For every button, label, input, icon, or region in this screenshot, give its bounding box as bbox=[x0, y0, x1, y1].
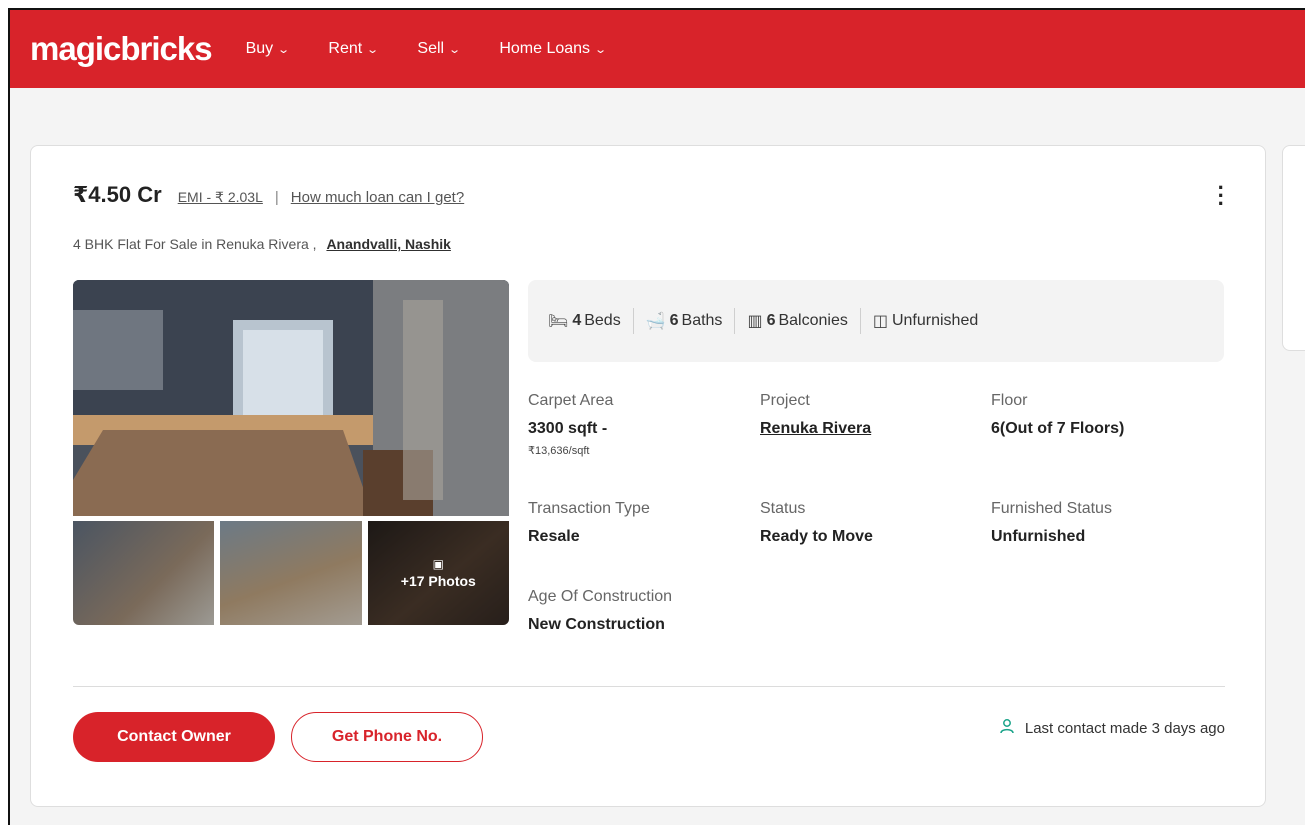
bed-icon: 🛏 bbox=[548, 313, 569, 330]
card-divider bbox=[73, 686, 1225, 687]
more-options-icon[interactable]: · · · bbox=[1218, 177, 1225, 215]
furnish-icon: ◫ bbox=[872, 313, 888, 330]
age-label: Age Of Construction bbox=[528, 588, 673, 605]
chevron-down-icon: ⌄ bbox=[594, 43, 608, 56]
fact-age-of-construction: Age Of Construction New Construction bbox=[528, 588, 672, 634]
status-value: Ready to Move bbox=[760, 528, 873, 545]
transaction-type-label: Transaction Type bbox=[528, 500, 650, 517]
baths-count: 6 bbox=[669, 312, 679, 329]
furnished-status-label: Furnished Status bbox=[991, 500, 1112, 517]
get-phone-button[interactable]: Get Phone No. bbox=[291, 712, 483, 762]
person-icon bbox=[999, 718, 1015, 739]
loan-eligibility-link[interactable]: How much loan can I get? bbox=[291, 189, 464, 206]
floor-label: Floor bbox=[991, 392, 1028, 409]
furnished-status-value: Unfurnished bbox=[991, 528, 1086, 545]
balconies-count: 6 bbox=[766, 312, 776, 329]
browser-viewport: magicbricks Buy ⌄ Rent ⌄ Sell ⌄ Home Loans ⌄… bbox=[8, 8, 1305, 825]
divider bbox=[632, 308, 634, 334]
age-value: New Construction bbox=[528, 616, 665, 633]
floor-value: 6(Out of 7 Floors) bbox=[991, 420, 1125, 437]
thumbnail-photo-1[interactable] bbox=[73, 521, 215, 625]
price-row: ₹4.50 Cr EMI - ₹ 2.03L | How much loan c… bbox=[73, 182, 464, 208]
thumbnail-photo-2[interactable] bbox=[220, 521, 362, 625]
chevron-down-icon: ⌄ bbox=[448, 43, 462, 56]
property-title: 4 BHK Flat For Sale in Renuka Rivera , A… bbox=[73, 236, 451, 252]
bath-icon: 🛁 bbox=[645, 313, 666, 330]
nav-sell[interactable]: Sell ⌄ bbox=[417, 40, 462, 58]
furnish-summary: ◫ Unfurnished bbox=[873, 311, 978, 331]
beds-summary: 🛏 4 Beds bbox=[548, 311, 621, 331]
fact-project: Project Renuka Rivera bbox=[760, 392, 871, 438]
fact-status: Status Ready to Move bbox=[760, 500, 873, 546]
baths-summary: 🛁 6 Baths bbox=[646, 311, 723, 331]
more-photos-overlay: ▣ +17 Photos bbox=[367, 521, 509, 625]
balconies-summary: ▥ 6 Balconies bbox=[747, 311, 847, 331]
carpet-area-label: Carpet Area bbox=[528, 392, 614, 409]
fact-furnished-status: Furnished Status Unfurnished bbox=[991, 500, 1112, 546]
room-photo-illustration bbox=[73, 280, 509, 516]
adjacent-card bbox=[1282, 145, 1305, 351]
project-label: Project bbox=[760, 392, 810, 409]
baths-label: Baths bbox=[681, 312, 723, 329]
contact-owner-button[interactable]: Contact Owner bbox=[73, 712, 275, 762]
nav-buy-label: Buy bbox=[245, 40, 274, 57]
location-link[interactable]: Anandvalli, Nashik bbox=[326, 236, 450, 252]
status-label: Status bbox=[760, 500, 806, 517]
beds-label: Beds bbox=[584, 312, 621, 329]
transaction-type-value: Resale bbox=[528, 528, 580, 545]
fact-carpet-area: Carpet Area 3300 sqft - ₹13,636/sqft bbox=[528, 392, 613, 457]
person-icon-svg bbox=[1000, 719, 1014, 734]
project-link[interactable]: Renuka Rivera bbox=[760, 420, 871, 438]
nav-home-loans[interactable]: Home Loans ⌄ bbox=[499, 40, 608, 58]
divider bbox=[859, 308, 861, 334]
price-per-sqft: ₹13,636/sqft bbox=[528, 445, 590, 457]
main-property-photo[interactable] bbox=[73, 280, 509, 516]
last-contact-text: Last contact made 3 days ago bbox=[1024, 720, 1225, 737]
chevron-down-icon: ⌄ bbox=[277, 43, 291, 56]
fact-floor: Floor 6(Out of 7 Floors) bbox=[991, 392, 1124, 438]
separator: | bbox=[274, 189, 279, 206]
balcony-icon: ▥ bbox=[747, 313, 763, 330]
beds-count: 4 bbox=[572, 312, 582, 329]
carpet-area-value: 3300 sqft - bbox=[528, 420, 608, 437]
emi-link[interactable]: EMI - ₹ 2.03L bbox=[178, 189, 263, 206]
balconies-label: Balconies bbox=[778, 312, 848, 329]
furnish-label: Unfurnished bbox=[891, 312, 979, 329]
property-title-text: 4 BHK Flat For Sale in Renuka Rivera , bbox=[73, 236, 317, 252]
nav-home-loans-label: Home Loans bbox=[499, 40, 591, 57]
nav-buy[interactable]: Buy ⌄ bbox=[245, 40, 291, 58]
photo-thumbnails: ▣ +17 Photos bbox=[73, 521, 509, 625]
fact-transaction-type: Transaction Type Resale bbox=[528, 500, 650, 546]
magicbricks-logo[interactable]: magicbricks bbox=[30, 30, 213, 68]
nav-rent-label: Rent bbox=[328, 40, 363, 57]
property-card: ₹4.50 Cr EMI - ₹ 2.03L | How much loan c… bbox=[30, 145, 1266, 807]
chevron-down-icon: ⌄ bbox=[366, 43, 380, 56]
nav-rent[interactable]: Rent ⌄ bbox=[328, 40, 380, 58]
thumbnail-photo-more[interactable]: ▣ +17 Photos bbox=[367, 521, 509, 625]
image-icon: ▣ bbox=[432, 557, 444, 571]
nav-sell-label: Sell bbox=[417, 40, 445, 57]
more-photos-label: +17 Photos bbox=[400, 573, 476, 589]
last-contact-info: Last contact made 3 days ago bbox=[999, 718, 1225, 739]
price: ₹4.50 Cr bbox=[73, 182, 162, 207]
divider bbox=[734, 308, 736, 334]
amenities-bar: 🛏 4 Beds 🛁 6 Baths ▥ 6 Balconies ◫ Unfur… bbox=[528, 280, 1224, 362]
top-nav-bar: magicbricks Buy ⌄ Rent ⌄ Sell ⌄ Home Loans ⌄ bbox=[10, 10, 1305, 88]
